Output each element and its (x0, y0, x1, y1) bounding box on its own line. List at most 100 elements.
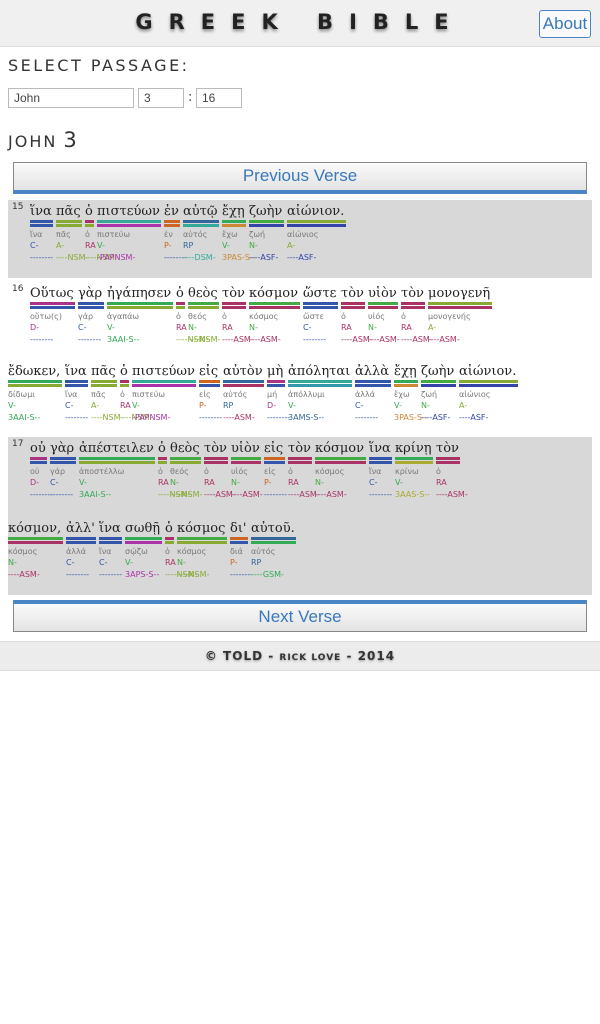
parsing-code: -------- (78, 335, 102, 344)
greek-word[interactable]: πᾶς πᾶς A- ----NSM- (56, 204, 89, 264)
greek-word[interactable]: τὸν ὁ RA ----ASM- (222, 286, 254, 346)
greek-word[interactable]: ἀλλ' ἀλλά C- -------- (66, 521, 96, 581)
lexical-form: ὁ (158, 467, 163, 476)
book-input[interactable]: John (8, 88, 134, 108)
lexical-form: αὐτός (223, 390, 248, 399)
greek-word[interactable]: Οὕτως οὕτω(ς) D- -------- (30, 286, 75, 346)
greek-word[interactable]: τὸν ὁ RA ----ASM- (288, 441, 320, 501)
greek-word[interactable]: ὁ ὁ RA ----NSM- (85, 204, 118, 264)
greek-word[interactable]: τὸν ὁ RA ----ASM- (204, 441, 236, 501)
greek-word[interactable]: κόσμον, κόσμος N- ----ASM- (8, 521, 63, 581)
parsing-code: ----DSM- (183, 253, 216, 262)
greek-word[interactable]: ἔχῃ ἔχω V- 3PAS-S-- (394, 364, 428, 424)
greek-word[interactable]: ἠγάπησεν ἀγαπάω V- 3AAI-S-- (107, 286, 173, 346)
part-of-speech: RA (341, 323, 352, 332)
greek-word[interactable]: γὰρ γάρ C- -------- (50, 441, 76, 501)
greek-word[interactable]: εἰς εἰς P- -------- (199, 364, 222, 424)
greek-word[interactable]: οὐ οὐ D- -------- (30, 441, 54, 501)
greek-word[interactable]: ζωὴν ζωή N- ----ASF- (421, 364, 456, 424)
greek-word[interactable]: υἱὸν υἱός N- ----ASM- (231, 441, 263, 501)
lexical-form: ὁ (204, 467, 209, 476)
part-of-speech: RP (251, 558, 262, 567)
greek-word[interactable]: ὥστε ὥστε C- -------- (303, 286, 338, 346)
word-text: τὸν (436, 441, 459, 456)
greek-word[interactable]: ἔδωκεν, δίδωμι V- 3AAI-S-- (8, 364, 62, 424)
lexical-form: ἀγαπάω (107, 312, 140, 321)
greek-word[interactable]: ὁ ὁ RA ----NSM- (158, 441, 190, 501)
greek-word[interactable]: μὴ μή D- -------- (267, 364, 290, 424)
greek-word[interactable]: αἰώνιον. αἰώνιος A- ----ASF- (459, 364, 518, 424)
verse-number: 17 (12, 439, 24, 449)
about-button[interactable]: About (539, 10, 591, 38)
greek-word[interactable]: μονογενῆ μονογενής A- ----ASM- (428, 286, 492, 346)
greek-word[interactable]: υἱὸν υἱός N- ----ASM- (368, 286, 400, 346)
parsing-code: 3AAS-S-- (395, 490, 431, 499)
previous-verse-button[interactable]: Previous Verse (13, 162, 587, 194)
greek-word[interactable]: δι' διά P- -------- (230, 521, 253, 581)
greek-word[interactable]: κρίνῃ κρίνω V- 3AAS-S-- (395, 441, 433, 501)
greek-word[interactable]: ὁ ὁ RA ----NSM- (165, 521, 197, 581)
greek-word[interactable]: πιστεύων πιστεύω V- -PAPNSM- (97, 204, 161, 264)
greek-word[interactable]: πᾶς πᾶς A- ----NSM- (91, 364, 123, 424)
greek-word[interactable]: γὰρ γάρ C- -------- (78, 286, 104, 346)
next-verse-button[interactable]: Next Verse (13, 600, 587, 632)
greek-word[interactable]: κόσμον κόσμος N- ----ASM- (315, 441, 366, 501)
pos-color-bar (30, 302, 75, 305)
verse-input[interactable]: 16 (196, 88, 242, 108)
parse-color-bar (287, 224, 346, 227)
greek-word[interactable]: σωθῇ σῴζω V- 3APS-S-- (125, 521, 162, 581)
parsing-code: ----NSM- (85, 253, 118, 262)
greek-word[interactable]: κόσμος κόσμος N- ----NSM- (177, 521, 227, 581)
greek-word[interactable]: ἀλλὰ ἀλλά C- -------- (355, 364, 391, 424)
greek-word[interactable]: θεὸς θεός N- ----NSM- (188, 286, 220, 346)
chapter-input[interactable]: 3 (138, 88, 184, 108)
greek-word[interactable]: τὸν ὁ RA ----ASM- (401, 286, 433, 346)
word-text: ἀπόληται (288, 364, 351, 379)
word-text: αὐτὸν (223, 364, 263, 379)
greek-word[interactable]: εἰς εἰς P- -------- (264, 441, 287, 501)
greek-word[interactable]: κόσμον κόσμος N- ----ASM- (249, 286, 300, 346)
verse-block: 17 οὐ οὐ D- -------- γὰρ γάρ C- -------- ἀπέστειλ… (8, 437, 592, 595)
greek-word[interactable]: ἐν ἐν P- -------- (164, 204, 187, 264)
parsing-code: ----ASM- (8, 570, 40, 579)
part-of-speech: N- (249, 241, 258, 250)
word-text: μὴ (267, 364, 284, 379)
greek-word[interactable]: ὁ ὁ RA ----NSM- (120, 364, 152, 424)
parse-color-bar (183, 224, 219, 227)
greek-word[interactable]: ἀπέστειλεν ἀποστέλλω V- 3AAI-S-- (79, 441, 155, 501)
pos-color-bar (315, 457, 366, 460)
parsing-code: -------- (30, 490, 54, 499)
greek-word[interactable]: ὁ ὁ RA ----NSM- (176, 286, 208, 346)
greek-word[interactable]: αὐτὸν αὐτός RP ----ASM- (223, 364, 264, 424)
greek-word[interactable]: ἔχῃ ἔχω V- 3PAS-S-- (222, 204, 256, 264)
parsing-code: ----NSM- (56, 253, 89, 262)
greek-word[interactable]: πιστεύων πιστεύω V- -PAPNSM- (132, 364, 196, 424)
greek-word[interactable]: ἀπόληται ἀπόλλυμι V- 3AMS-S-- (288, 364, 352, 424)
part-of-speech: N- (421, 401, 430, 410)
greek-word[interactable]: αὐτοῦ. αὐτός RP ----GSM- (251, 521, 296, 581)
greek-word[interactable]: αἰώνιον. αἰώνιος A- ----ASF- (287, 204, 346, 264)
greek-word[interactable]: τὸν ὁ RA ----ASM- (341, 286, 373, 346)
part-of-speech: RA (176, 323, 187, 332)
greek-word[interactable]: ἵνα ἵνα C- -------- (369, 441, 392, 501)
footer-separator: - (346, 649, 353, 663)
greek-word[interactable]: ζωὴν ζωή N- ----ASF- (249, 204, 284, 264)
greek-word[interactable]: ἵνα ἵνα C- -------- (65, 364, 88, 424)
part-of-speech: V- (394, 401, 402, 410)
parse-color-bar (288, 461, 312, 464)
parsing-code: -PAPNSM- (132, 413, 171, 422)
greek-word[interactable]: αὐτῷ αὐτός RP ----DSM- (183, 204, 219, 264)
greek-word[interactable]: ἵνα ἵνα C- -------- (99, 521, 122, 581)
pos-color-bar (120, 380, 129, 383)
greek-word[interactable]: θεὸς θεός N- ----NSM- (170, 441, 202, 501)
greek-word[interactable]: τὸν ὁ RA ----ASM- (436, 441, 468, 501)
greek-word[interactable]: ἵνα ἵνα C- -------- (30, 204, 53, 264)
pos-color-bar (78, 302, 104, 305)
parse-color-bar (99, 541, 122, 544)
part-of-speech: C- (355, 401, 364, 410)
word-text: ζωὴν (421, 364, 455, 379)
word-text: τὸν (204, 441, 227, 456)
pos-color-bar (394, 380, 418, 383)
part-of-speech: RA (288, 478, 299, 487)
word-text: ἔδωκεν, (8, 364, 61, 379)
